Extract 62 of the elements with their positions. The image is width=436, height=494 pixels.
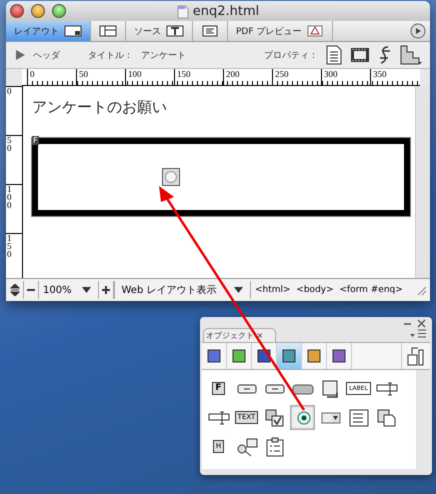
form-control-icon xyxy=(348,408,370,428)
ruler-label: 0 xyxy=(27,69,76,85)
link-icon[interactable] xyxy=(378,45,392,65)
minus-icon xyxy=(27,286,35,294)
view-icon xyxy=(64,25,82,37)
title-value[interactable]: アンケート xyxy=(141,48,186,62)
form-control-icon xyxy=(376,408,398,428)
palette-options-icon[interactable] xyxy=(407,346,425,366)
close-button[interactable] xyxy=(10,4,24,18)
ruler-label: 150 xyxy=(7,234,12,258)
view-tab[interactable]: PDF プレビュー xyxy=(228,21,334,41)
zoom-dropdown[interactable]: 100% xyxy=(39,284,95,296)
resize-grip-icon[interactable] xyxy=(415,284,427,296)
close-icon[interactable] xyxy=(417,319,426,328)
palette-tab[interactable]: オブジェクト × xyxy=(203,328,276,342)
ruler-label: 150 xyxy=(174,69,223,85)
ruler-label: 250 xyxy=(272,69,321,85)
view-icon xyxy=(201,25,219,37)
ruler-label: 200 xyxy=(223,69,272,85)
properties-label: プロパティ： xyxy=(264,49,318,62)
ruler-label: 350 xyxy=(370,69,419,85)
ruler-label: 50 xyxy=(7,136,12,152)
caret-icon xyxy=(82,287,91,293)
object-button[interactable] xyxy=(290,405,315,430)
zoom-out-button[interactable] xyxy=(23,281,39,299)
zoom-in-button[interactable] xyxy=(98,281,114,299)
minimize-button[interactable] xyxy=(31,4,45,18)
stepper-icon[interactable] xyxy=(10,284,20,296)
caret-icon xyxy=(234,287,244,293)
header-toggle-label[interactable]: ヘッダ xyxy=(33,48,60,62)
plus-icon xyxy=(102,286,110,294)
view-tab[interactable]: レイアウト xyxy=(6,21,91,41)
form-control-icon xyxy=(264,436,286,456)
document-icon xyxy=(176,4,189,18)
form-marker[interactable]: F xyxy=(32,136,39,145)
table-style-icon[interactable] xyxy=(400,45,424,65)
ruler-label: 0 xyxy=(7,87,12,95)
form-control-icon xyxy=(236,436,258,456)
category-tab[interactable] xyxy=(277,343,302,369)
ruler-label: 100 xyxy=(125,69,174,85)
view-icon xyxy=(306,25,324,37)
menu-icon[interactable] xyxy=(410,329,426,338)
title-label: タイトル： xyxy=(88,50,133,62)
tag-path: <html> <body> <form #enq> xyxy=(254,285,404,295)
view-mode-dropdown[interactable]: Web レイアウト表示 xyxy=(114,281,251,299)
ruler-label: 50 xyxy=(76,69,125,85)
toolbar-toggle-button[interactable] xyxy=(410,23,426,39)
view-tab[interactable]: ソース xyxy=(126,21,193,41)
radio-button[interactable] xyxy=(162,168,180,186)
form-frame[interactable]: F xyxy=(32,138,410,216)
page-heading: アンケートのお願い xyxy=(32,98,168,118)
window-title: enq2.html xyxy=(192,4,260,19)
view-icon xyxy=(99,25,117,37)
film-icon[interactable] xyxy=(350,47,370,63)
zoom-button[interactable] xyxy=(52,4,66,18)
view-icon xyxy=(166,25,184,37)
page-icon[interactable] xyxy=(326,45,342,65)
object-button[interactable]: F xyxy=(206,376,231,401)
ruler-label: 300 xyxy=(321,69,370,85)
disclosure-triangle-icon[interactable] xyxy=(16,50,25,60)
form-control-icon xyxy=(264,408,286,428)
ruler-label: 100 xyxy=(7,185,12,209)
